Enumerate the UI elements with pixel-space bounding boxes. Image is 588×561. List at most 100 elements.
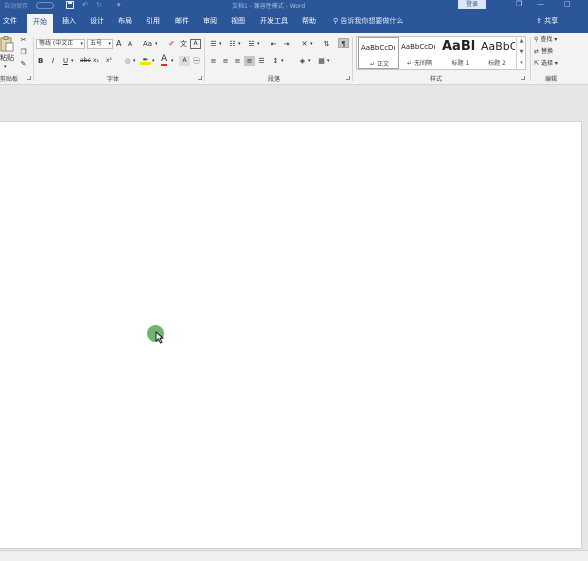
find-button[interactable]: ⚲ 查找 ▾ <box>534 35 557 45</box>
select-button[interactable]: ⇱ 选择 ▾ <box>534 59 558 69</box>
style-heading-2[interactable]: AaBbC 标题 2 <box>479 37 515 69</box>
superscript-button[interactable]: x² <box>106 56 112 66</box>
justify-icon[interactable]: ≡ <box>244 56 255 66</box>
distributed-icon[interactable]: ☰ <box>256 56 267 66</box>
tab-developer[interactable]: 开发工具 <box>260 16 288 26</box>
select-dropdown-icon: ▾ <box>554 60 558 67</box>
tab-file[interactable]: 文件 <box>3 16 17 26</box>
underline-button[interactable]: U <box>63 56 68 66</box>
numbering-icon[interactable]: ☷ <box>227 39 238 49</box>
borders-icon[interactable]: ▦ <box>316 56 327 66</box>
font-size-combo[interactable]: 五号 <box>87 39 113 49</box>
text-effects-dropdown-icon[interactable]: ▾ <box>133 56 136 66</box>
character-border-icon[interactable]: A <box>190 39 201 49</box>
underline-dropdown-icon[interactable]: ▾ <box>71 56 74 66</box>
strikethrough-button[interactable]: abc <box>80 56 91 66</box>
more-styles-icon[interactable]: ▾ <box>517 58 526 69</box>
multilevel-dropdown-icon[interactable]: ▾ <box>257 39 260 49</box>
clear-formatting-icon[interactable]: ✐ <box>166 39 177 49</box>
minimize-icon[interactable]: — <box>537 0 544 8</box>
tab-layout[interactable]: 布局 <box>118 16 132 26</box>
tab-home[interactable]: 开始 <box>27 14 53 33</box>
shrink-font-button[interactable]: A <box>128 40 132 50</box>
align-center-icon[interactable]: ≡ <box>220 56 231 66</box>
tab-view[interactable]: 视图 <box>231 16 245 26</box>
style-heading-1[interactable]: AaBl 标题 1 <box>440 37 481 69</box>
tab-references[interactable]: 引用 <box>146 16 160 26</box>
increase-indent-icon[interactable]: ⇥ <box>281 39 292 49</box>
tell-me-search[interactable]: ⚲ 告诉我你想要做什么 <box>333 16 403 26</box>
paste-icon[interactable] <box>0 36 14 52</box>
style-preview: AaBbC <box>481 40 515 53</box>
scroll-down-icon[interactable]: ▼ <box>517 47 526 58</box>
enclose-characters-icon[interactable]: ㊀ <box>191 56 202 66</box>
line-spacing-dropdown-icon[interactable]: ▾ <box>281 56 284 66</box>
shading-icon[interactable]: ◈ <box>297 56 308 66</box>
change-case-button[interactable]: Aa <box>143 39 152 49</box>
bullets-icon[interactable]: ☰ <box>208 39 219 49</box>
bullets-dropdown-icon[interactable]: ▾ <box>219 39 222 49</box>
bold-button[interactable]: B <box>38 56 43 66</box>
styles-launcher-icon[interactable] <box>521 76 525 80</box>
font-color-dropdown-icon[interactable]: ▾ <box>171 56 174 66</box>
character-shading-icon[interactable]: A <box>179 56 190 66</box>
ribbon-tab-bar: 文件 开始 插入 设计 布局 引用 邮件 审阅 视图 开发工具 帮助 ⚲ 告诉我… <box>0 11 588 33</box>
chinese-layout-icon[interactable]: ✕ <box>299 39 310 49</box>
grow-font-button[interactable]: A <box>116 39 121 49</box>
find-dropdown-icon: ▾ <box>554 36 558 43</box>
autosave-toggle[interactable] <box>36 2 54 9</box>
redo-icon[interactable]: ↻ <box>96 1 102 9</box>
undo-icon[interactable]: ↶ <box>82 1 88 9</box>
align-right-icon[interactable]: ≡ <box>232 56 243 66</box>
document-page[interactable] <box>0 121 582 549</box>
login-button[interactable]: 登录 <box>458 0 486 9</box>
font-color-button[interactable]: A <box>161 54 168 66</box>
tab-mailings[interactable]: 邮件 <box>175 16 189 26</box>
style-no-spacing[interactable]: AaBbCcDı ↵ 无间隔 <box>399 37 440 69</box>
borders-dropdown-icon[interactable]: ▾ <box>327 56 330 66</box>
ribbon-display-icon[interactable]: ❐ <box>516 0 522 8</box>
align-left-icon[interactable]: ≡ <box>208 56 219 66</box>
save-icon[interactable] <box>66 1 74 11</box>
font-launcher-icon[interactable] <box>198 76 202 80</box>
paste-dropdown-icon[interactable]: ▾ <box>4 62 7 72</box>
phonetic-guide-icon[interactable]: 文 <box>178 39 189 49</box>
tab-design[interactable]: 设计 <box>90 16 104 26</box>
format-painter-icon[interactable]: ✎ <box>18 59 29 69</box>
maximize-icon[interactable]: □ <box>564 0 571 8</box>
shading-dropdown-icon[interactable]: ▾ <box>308 56 311 66</box>
highlight-dropdown-icon[interactable]: ▾ <box>152 56 155 66</box>
style-name: ↵ 正文 <box>370 61 389 68</box>
scroll-up-icon[interactable]: ▲ <box>517 36 526 47</box>
tab-help[interactable]: 帮助 <box>302 16 316 26</box>
paste-button[interactable]: 粘贴 <box>0 53 14 63</box>
show-marks-icon[interactable]: ¶ <box>338 38 349 48</box>
italic-button[interactable]: I <box>52 56 54 66</box>
cut-icon[interactable]: ✂ <box>18 35 29 45</box>
styles-gallery: AaBbCcDı ↵ 正文 AaBbCcDı ↵ 无间隔 AaBl 标题 1 A… <box>356 36 526 70</box>
decrease-indent-icon[interactable]: ⇤ <box>268 39 279 49</box>
change-case-dropdown-icon[interactable]: ▾ <box>155 39 158 49</box>
window-title: 文档1 - 兼容性模式 - Word <box>232 3 306 10</box>
sort-icon[interactable]: ⇅ <box>321 39 332 49</box>
tab-review[interactable]: 审阅 <box>203 16 217 26</box>
paragraph-launcher-icon[interactable] <box>346 76 350 80</box>
font-name-combo[interactable]: 等线 (中文正 <box>36 39 85 49</box>
clipboard-launcher-icon[interactable] <box>27 76 31 80</box>
line-spacing-icon[interactable]: ↕ <box>270 56 281 66</box>
tab-insert[interactable]: 插入 <box>62 16 76 26</box>
style-preview: AaBbCcDı <box>401 43 436 51</box>
copy-icon[interactable]: ❐ <box>18 47 29 57</box>
find-icon: ⚲ <box>534 36 539 43</box>
numbering-dropdown-icon[interactable]: ▾ <box>238 39 241 49</box>
highlight-icon[interactable]: ✒ <box>140 55 151 65</box>
subscript-button[interactable]: x₂ <box>93 56 99 66</box>
style-normal[interactable]: AaBbCcDı ↵ 正文 <box>358 37 399 69</box>
chinese-layout-dropdown-icon[interactable]: ▾ <box>310 39 313 49</box>
text-effects-icon[interactable]: ◍ <box>122 56 133 66</box>
customize-qat-icon[interactable]: ▾ <box>117 1 121 9</box>
multilevel-list-icon[interactable]: ☱ <box>246 39 257 49</box>
styles-scrollbar[interactable]: ▲ ▼ ▾ <box>516 36 526 70</box>
share-button[interactable]: ⇪ 共享 <box>536 16 558 26</box>
replace-button[interactable]: ⇄ 替换 <box>534 47 553 57</box>
